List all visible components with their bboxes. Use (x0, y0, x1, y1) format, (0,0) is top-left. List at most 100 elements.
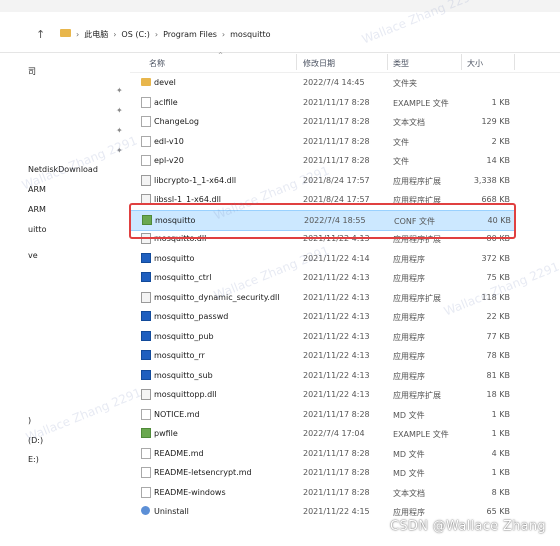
file-size: 81 KB (486, 370, 510, 380)
exe-icon (141, 350, 151, 360)
dll-icon (141, 174, 151, 186)
sidebar-item[interactable]: E:) (28, 455, 39, 464)
folder-icon (60, 29, 71, 37)
csdn-credit: CSDN @Wallace Zhang (390, 519, 546, 534)
file-row[interactable]: README-letsencrypt.md 2021/11/17 8:28 MD 文… (130, 463, 514, 482)
file-name: README-windows (154, 487, 226, 497)
file-name: mosquitto_pub (154, 331, 214, 341)
file-icon (141, 135, 151, 147)
pin-icon[interactable]: ✦ (116, 86, 123, 95)
file-size: 4 KB (491, 448, 510, 458)
file-row[interactable]: aclfile 2021/11/17 8:28 EXAMPLE 文件 1 KB (130, 93, 514, 112)
file-name: mosquitto_ctrl (154, 273, 212, 282)
file-name: ChangeLog (154, 117, 199, 126)
column-name-header[interactable]: 名称 (149, 58, 165, 69)
file-date: 2021/11/17 8:28 (303, 117, 370, 126)
file-name: pwfile (154, 429, 178, 438)
sidebar-item[interactable]: ve (28, 251, 38, 260)
file-icon (141, 408, 151, 420)
breadcrumb-item[interactable]: mosquitto (230, 30, 270, 39)
file-name: mosquitto_passwd (154, 312, 229, 321)
file-row[interactable]: mosquittopp.dll 2021/11/22 4:13 应用程序扩展 18 K… (130, 385, 514, 404)
file-type: 文件 (393, 137, 409, 147)
file-size: 1 KB (491, 97, 510, 107)
file-type: 应用程序 (393, 254, 425, 264)
file-row[interactable]: mosquitto_pub 2021/11/22 4:13 应用程序 77 KB (130, 327, 514, 346)
file-type: 应用程序 (393, 274, 425, 283)
file-name: README-letsencrypt.md (154, 468, 252, 477)
file-size: 1 KB (491, 409, 510, 419)
column-date-header[interactable]: 修改日期 (303, 58, 335, 69)
column-divider[interactable] (461, 54, 462, 70)
up-arrow-icon[interactable]: ↑ (36, 28, 45, 41)
file-date: 2022/7/4 14:45 (303, 78, 365, 87)
file-size: 18 KB (486, 390, 510, 399)
chevron-right-icon: › (76, 30, 80, 39)
file-row[interactable]: NOTICE.md 2021/11/17 8:28 MD 文件 1 KB (130, 405, 514, 424)
sidebar-item[interactable]: uitto (28, 225, 46, 234)
breadcrumb-item[interactable]: 此电脑 (84, 29, 108, 40)
file-name: libcrypto-1_1-x64.dll (154, 175, 237, 185)
file-type: 应用程序 (393, 352, 425, 361)
file-row[interactable]: devel 2022/7/4 14:45 文件夹 (130, 73, 514, 92)
exe-icon (141, 252, 151, 263)
file-row[interactable]: pwfile 2022/7/4 17:04 EXAMPLE 文件 1 KB (130, 424, 514, 443)
navigation-pane: 司 NetdiskDownload ARM ARM uitto ve ) (D:… (0, 52, 123, 546)
file-name: mosquittopp.dll (154, 390, 217, 399)
breadcrumb: › 此电脑 › OS (C:) › Program Files › mosqui… (76, 29, 271, 40)
pin-icon[interactable]: ✦ (116, 106, 123, 115)
address-bar[interactable]: ↑ › 此电脑 › OS (C:) › Program Files › mosq… (0, 14, 560, 53)
column-divider[interactable] (514, 54, 515, 70)
file-row[interactable]: mosquitto_ctrl 2021/11/22 4:13 应用程序 75 KB (130, 268, 514, 287)
breadcrumb-item[interactable]: Program Files (163, 30, 217, 39)
file-date: 2021/11/17 8:28 (303, 487, 370, 497)
file-row[interactable]: ChangeLog 2021/11/17 8:28 文本文档 129 KB (130, 112, 514, 131)
file-size: 3,338 KB (473, 175, 510, 185)
file-row[interactable]: README-windows 2021/11/17 8:28 文本文档 8 KB (130, 483, 514, 502)
file-icon (141, 155, 151, 166)
file-size: 129 KB (481, 117, 510, 126)
column-divider[interactable] (387, 54, 388, 70)
file-name: NOTICE.md (154, 409, 200, 419)
sidebar-item[interactable]: 司 (28, 66, 36, 77)
file-row[interactable]: mosquitto_rr 2021/11/22 4:13 应用程序 78 KB (130, 346, 514, 365)
file-size: 78 KB (486, 351, 510, 360)
exe-icon (141, 369, 151, 380)
file-icon (141, 467, 151, 478)
file-type: 应用程序扩展 (393, 391, 441, 400)
file-size: 77 KB (486, 331, 510, 341)
folder-icon (141, 78, 151, 86)
file-name: mosquitto (154, 253, 195, 263)
file-date: 2021/11/22 4:13 (303, 331, 370, 341)
breadcrumb-item[interactable]: OS (C:) (121, 30, 149, 39)
file-date: 2021/11/17 8:28 (303, 409, 370, 419)
file-date: 2021/11/17 8:28 (303, 97, 370, 107)
file-icon (141, 116, 151, 127)
column-size-header[interactable]: 大小 (467, 58, 483, 69)
sidebar-item[interactable]: ARM (28, 205, 46, 214)
dll-icon (141, 291, 151, 303)
title-bar-strip (0, 0, 560, 12)
pin-icon[interactable]: ✦ (116, 126, 123, 135)
file-date: 2021/11/22 4:13 (303, 390, 370, 399)
file-type: 应用程序 (393, 508, 425, 517)
file-row[interactable]: mosquitto_sub 2021/11/22 4:13 应用程序 81 KB (130, 366, 514, 385)
file-icon (141, 486, 151, 498)
file-type: 文本文档 (393, 118, 425, 127)
file-type: MD 文件 (393, 469, 425, 478)
file-icon (141, 447, 151, 459)
exe-icon (141, 311, 151, 321)
config-file-icon (141, 428, 151, 438)
file-row[interactable]: README.md 2021/11/17 8:28 MD 文件 4 KB (130, 444, 514, 463)
column-type-header[interactable]: 类型 (393, 58, 409, 69)
file-name: mosquitto_rr (154, 351, 205, 360)
file-size: 2 KB (491, 136, 510, 146)
column-divider[interactable] (296, 54, 297, 70)
file-type: 应用程序扩展 (393, 176, 441, 186)
file-row[interactable]: edl-v10 2021/11/17 8:28 文件 2 KB (130, 132, 514, 151)
file-date: 2021/11/22 4:15 (303, 507, 370, 516)
sidebar-item[interactable]: ) (28, 416, 31, 425)
file-name: epl-v20 (154, 156, 184, 165)
file-name: README.md (154, 448, 204, 458)
uninstall-icon (141, 506, 150, 515)
